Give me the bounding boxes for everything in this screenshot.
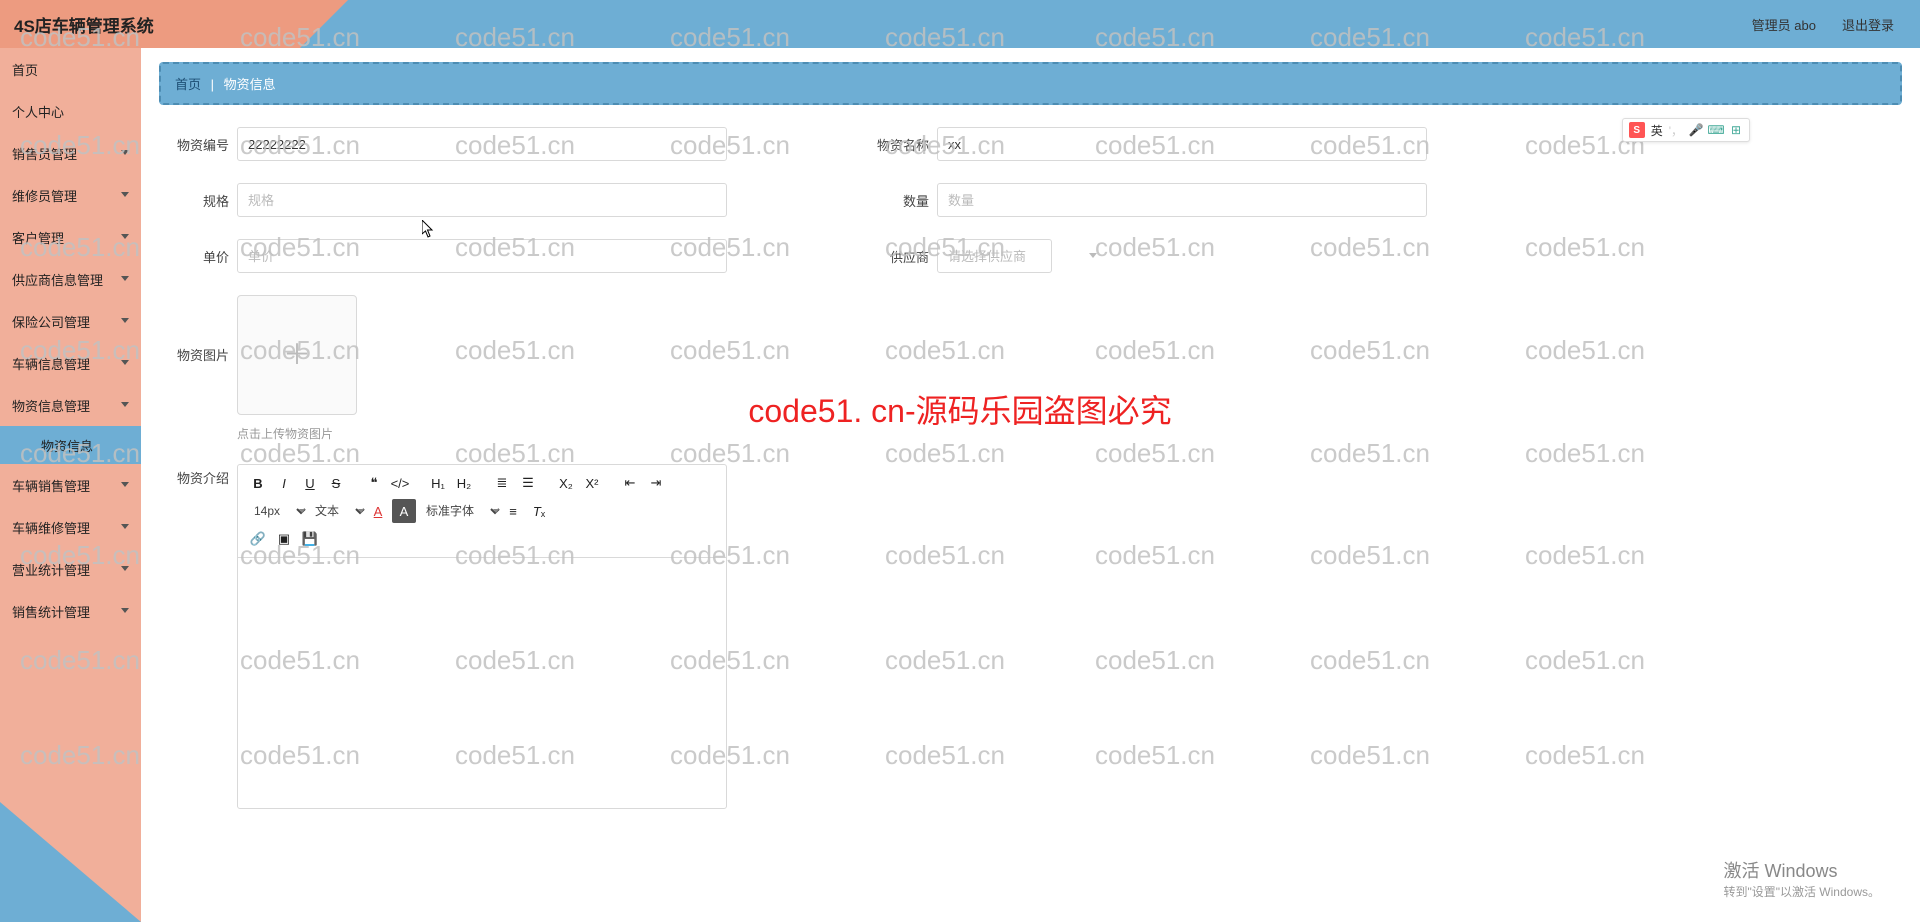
breadcrumb-home[interactable]: 首页: [175, 77, 201, 92]
label-intro: 物资介绍: [159, 468, 229, 487]
sidebar-item-sales-stats[interactable]: 销售统计管理: [0, 590, 141, 632]
sidebar-item-label: 车辆维修管理: [12, 518, 90, 537]
indent-icon[interactable]: ⇤: [618, 471, 642, 495]
upload-image[interactable]: ＋: [237, 295, 357, 415]
editor-toolbar: B I U S ❝ </> H₁ H₂ ≣ ☰ X₂: [238, 465, 726, 558]
mic-icon[interactable]: 🎤: [1689, 123, 1703, 137]
ol-icon[interactable]: ≣: [490, 471, 514, 495]
sidebar-item-label: 物资信息管理: [12, 396, 90, 415]
sidebar-item-vehicle-repair[interactable]: 车辆维修管理: [0, 506, 141, 548]
main-content: 首页 | 物资信息 物资编号 物资名称 规格 数量: [141, 48, 1920, 922]
ul-icon[interactable]: ☰: [516, 471, 540, 495]
italic-icon[interactable]: I: [272, 471, 296, 495]
sidebar-item-label: 首页: [12, 60, 38, 79]
fontname-select[interactable]: 标准字体: [418, 500, 503, 522]
app-title: 4S店车辆管理系统: [0, 0, 300, 48]
sidebar-item-label: 客户管理: [12, 228, 64, 247]
sidebar-item-vehicle-mgmt[interactable]: 车辆信息管理: [0, 342, 141, 384]
fontsize-select[interactable]: 14px: [246, 500, 309, 522]
input-qty[interactable]: [937, 183, 1427, 217]
mouse-cursor: [422, 220, 434, 238]
quote-icon[interactable]: ❝: [362, 471, 386, 495]
sidebar-item-material-mgmt[interactable]: 物资信息管理: [0, 384, 141, 426]
sidebar-item-customer-mgmt[interactable]: 客户管理: [0, 216, 141, 258]
sidebar-item-home[interactable]: 首页: [0, 48, 141, 90]
sidebar-item-profile[interactable]: 个人中心: [0, 90, 141, 132]
user-info[interactable]: 管理员 abo: [1752, 15, 1816, 34]
backcolor-icon[interactable]: A: [392, 499, 416, 523]
align-icon[interactable]: ≡: [501, 499, 525, 523]
sidebar-item-label: 个人中心: [12, 102, 64, 121]
h2-icon[interactable]: H₂: [452, 471, 476, 495]
sidebar-item-vendor-mgmt[interactable]: 供应商信息管理: [0, 258, 141, 300]
ime-lang[interactable]: 英: [1651, 122, 1663, 139]
bold-icon[interactable]: B: [246, 471, 270, 495]
logout-button[interactable]: 退出登录: [1842, 15, 1894, 34]
sidebar-item-label: 供应商信息管理: [12, 270, 103, 289]
breadcrumb-current: 物资信息: [224, 77, 276, 92]
sidebar-subitem-material-info[interactable]: 物资信息: [0, 426, 141, 464]
input-code[interactable]: [237, 127, 727, 161]
sidebar-item-label: 营业统计管理: [12, 560, 90, 579]
code-icon[interactable]: </>: [388, 471, 412, 495]
sogou-icon: S: [1629, 122, 1645, 138]
forecolor-icon[interactable]: A: [366, 499, 390, 523]
breadcrumb-sep: |: [211, 77, 214, 92]
para-select[interactable]: 文本: [307, 500, 368, 522]
header: 4S店车辆管理系统 管理员 abo 退出登录: [0, 0, 1920, 48]
input-spec[interactable]: [237, 183, 727, 217]
sidebar-item-label: 维修员管理: [12, 186, 77, 205]
windows-activation: 激活 Windows 转到"设置"以激活 Windows。: [1723, 857, 1880, 900]
outdent-icon[interactable]: ⇥: [644, 471, 668, 495]
label-img: 物资图片: [159, 345, 229, 364]
sidebar-item-label: 保险公司管理: [12, 312, 90, 331]
plus-icon: ＋: [283, 341, 311, 369]
h1-icon[interactable]: H₁: [426, 471, 450, 495]
keyboard-icon[interactable]: ⌨: [1709, 123, 1723, 137]
grid-icon[interactable]: ⊞: [1729, 123, 1743, 137]
ime-sep: '，: [1669, 122, 1683, 139]
label-price: 单价: [159, 247, 229, 266]
sidebar: 首页 个人中心 销售员管理 维修员管理 客户管理 供应商信息管理 保险公司管理 …: [0, 48, 141, 922]
header-actions: 管理员 abo 退出登录: [300, 0, 1920, 48]
sub-icon[interactable]: X₂: [554, 471, 578, 495]
sup-icon[interactable]: X²: [580, 471, 604, 495]
label-qty: 数量: [859, 191, 929, 210]
label-spec: 规格: [159, 191, 229, 210]
win-act-title: 激活 Windows: [1723, 857, 1880, 883]
sidebar-item-label: 车辆信息管理: [12, 354, 90, 373]
sidebar-item-vehicle-sales[interactable]: 车辆销售管理: [0, 464, 141, 506]
rich-editor: B I U S ❝ </> H₁ H₂ ≣ ☰ X₂: [237, 464, 727, 809]
label-vendor: 供应商: [859, 247, 929, 266]
image-icon[interactable]: ▣: [272, 527, 296, 551]
link-icon[interactable]: 🔗: [246, 527, 270, 551]
sidebar-item-biz-stats[interactable]: 营业统计管理: [0, 548, 141, 590]
editor-body[interactable]: [238, 558, 726, 808]
ime-bar[interactable]: S 英 '， 🎤 ⌨ ⊞: [1622, 118, 1750, 142]
save-icon[interactable]: 💾: [298, 527, 322, 551]
input-name[interactable]: [937, 127, 1427, 161]
sidebar-item-insurance-mgmt[interactable]: 保险公司管理: [0, 300, 141, 342]
strike-icon[interactable]: S: [324, 471, 348, 495]
breadcrumb: 首页 | 物资信息: [159, 62, 1902, 105]
input-price[interactable]: [237, 239, 727, 273]
sidebar-item-label: 销售员管理: [12, 144, 77, 163]
upload-hint: 点击上传物资图片: [237, 425, 357, 442]
sidebar-item-label: 销售统计管理: [12, 602, 90, 621]
sidebar-item-label: 物资信息: [41, 436, 93, 455]
sidebar-item-sales-mgmt[interactable]: 销售员管理: [0, 132, 141, 174]
win-act-sub: 转到"设置"以激活 Windows。: [1723, 883, 1880, 900]
sidebar-item-label: 车辆销售管理: [12, 476, 90, 495]
clear-icon[interactable]: Tₓ: [527, 499, 551, 523]
label-code: 物资编号: [159, 135, 229, 154]
select-vendor[interactable]: 请选择供应商: [937, 239, 1052, 273]
label-name: 物资名称: [859, 135, 929, 154]
underline-icon[interactable]: U: [298, 471, 322, 495]
sidebar-item-repair-mgmt[interactable]: 维修员管理: [0, 174, 141, 216]
